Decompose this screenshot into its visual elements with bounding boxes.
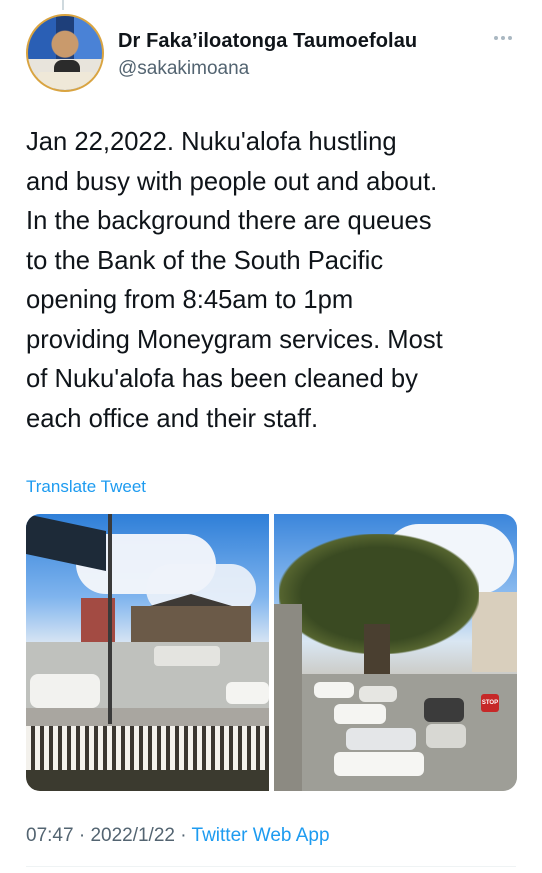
meta-separator: ·: [73, 825, 91, 846]
tweet-date: 2022/1/22: [90, 825, 175, 846]
photo-parking-lot[interactable]: STOP: [274, 514, 517, 791]
tweet-text: Jan 22,2022. Nuku'alofa hustling and bus…: [26, 128, 443, 433]
author-name[interactable]: Dr Faka’iloatonga Taumoefolau: [118, 30, 417, 53]
tweet-meta: 07:47 · 2022/1/22 · Twitter Web App: [26, 825, 330, 847]
media-grid: STOP: [26, 514, 517, 791]
divider: [26, 866, 516, 867]
translate-tweet-link[interactable]: Translate Tweet: [26, 477, 146, 497]
photo-street-view[interactable]: [26, 514, 269, 791]
avatar-desk: [38, 72, 94, 90]
author-handle[interactable]: @sakakimoana: [118, 58, 249, 80]
source-app-link[interactable]: Twitter Web App: [192, 825, 330, 846]
avatar[interactable]: [26, 14, 104, 92]
more-horizontal-icon[interactable]: [494, 32, 518, 44]
meta-separator: ·: [174, 825, 192, 846]
stop-sign: STOP: [481, 694, 499, 712]
thread-connector-line: [62, 0, 64, 10]
tweet-time: 07:47: [26, 825, 74, 846]
